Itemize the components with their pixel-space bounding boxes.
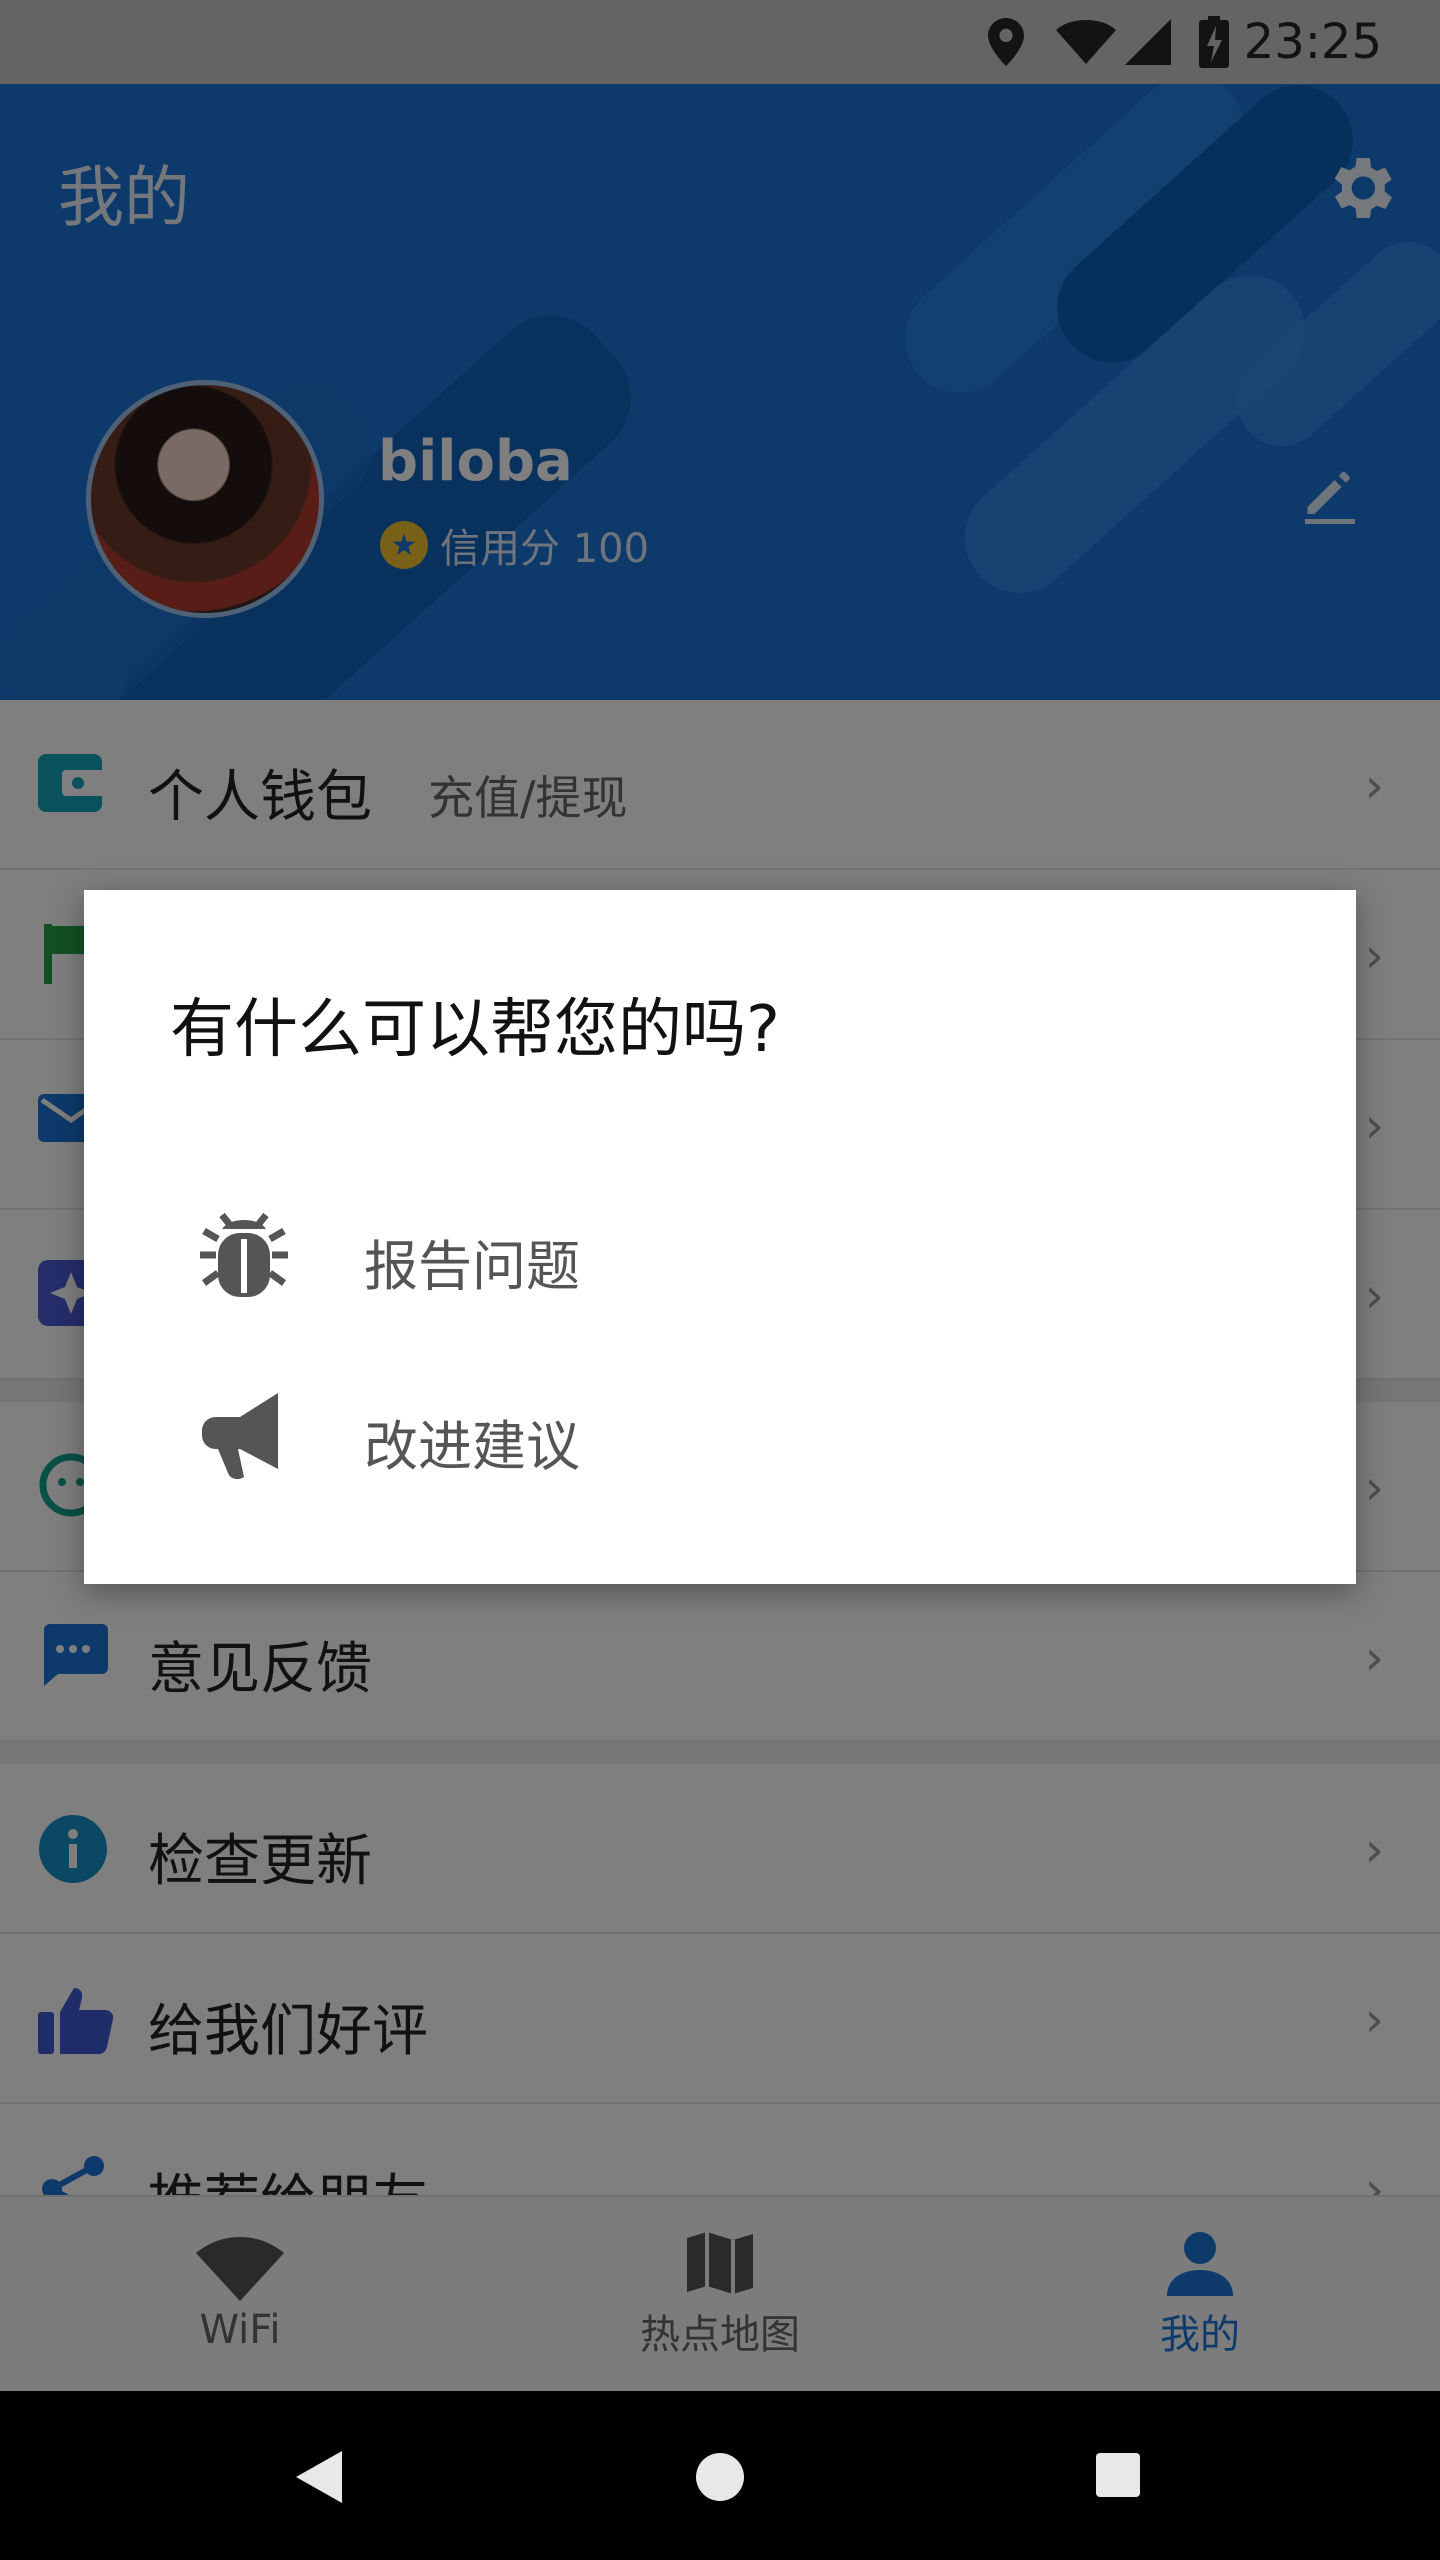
dialog-item-report-issue[interactable]: 报告问题 (84, 1180, 1356, 1330)
dialog-title: 有什么可以帮您的吗? (170, 993, 780, 1067)
bug-icon (194, 1205, 294, 1305)
report-issue-label: 报告问题 (364, 1235, 580, 1298)
help-dialog: 有什么可以帮您的吗? 报告问题 改进建议 (84, 890, 1356, 1584)
system-nav-bar (0, 2391, 1440, 2560)
megaphone-icon (194, 1385, 294, 1485)
suggestion-label: 改进建议 (364, 1415, 580, 1478)
dialog-item-suggestion[interactable]: 改进建议 (84, 1360, 1356, 1510)
back-icon[interactable] (296, 2451, 342, 2507)
home-icon[interactable] (694, 2451, 746, 2507)
recents-icon[interactable] (1096, 2453, 1140, 2501)
